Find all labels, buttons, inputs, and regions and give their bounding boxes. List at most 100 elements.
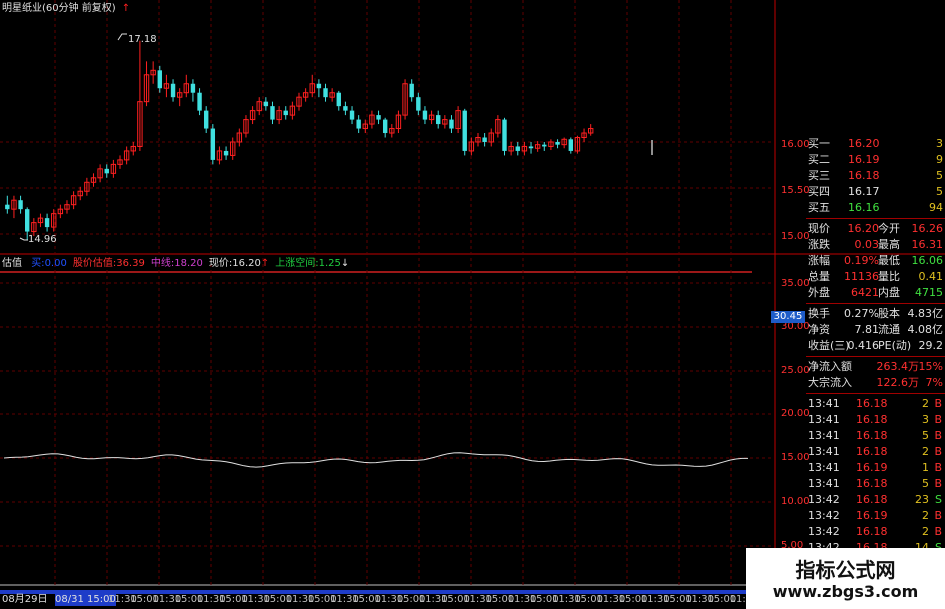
quote-label: 量比 bbox=[878, 270, 900, 283]
indicator-item: 买:0.00 bbox=[31, 258, 67, 269]
tick-volume: 5 bbox=[922, 477, 929, 490]
quote-value: 4715 bbox=[915, 286, 943, 299]
fundamental-value: 0.27% bbox=[844, 307, 879, 320]
time-axis-date: 08/31 15:00 bbox=[55, 594, 116, 606]
tick-price: 16.18 bbox=[856, 413, 888, 426]
tick-time: 13:42 bbox=[808, 509, 840, 522]
bid-label: 买四 bbox=[808, 185, 830, 198]
quote-label: 外盘 bbox=[808, 286, 830, 299]
indicator-arrow-icon: ↑ bbox=[260, 258, 270, 269]
tick-price: 16.18 bbox=[856, 525, 888, 538]
candle-body bbox=[542, 144, 547, 147]
candle-body bbox=[25, 209, 30, 232]
watermark-title: 指标公式网 bbox=[795, 558, 896, 582]
indicator-item-value: 1.25 bbox=[318, 258, 341, 269]
bid-price: 16.18 bbox=[848, 169, 880, 182]
quote-value: 0.03 bbox=[854, 238, 880, 251]
tick-time: 13:41 bbox=[808, 461, 840, 474]
quote-row: 涨跌 0.03 最高 16.31 bbox=[806, 237, 945, 253]
tick-side: B bbox=[934, 413, 942, 426]
indicator-current-value: 30.45 bbox=[771, 311, 805, 323]
candle-body bbox=[382, 119, 388, 134]
tick-volume: 2 bbox=[922, 397, 929, 410]
tick-time: 13:41 bbox=[808, 413, 840, 426]
candle-body bbox=[376, 115, 381, 120]
fundamental-label: 换手 bbox=[808, 307, 830, 320]
quote-label: 最低 bbox=[878, 254, 900, 267]
fundamental-label: 净资 bbox=[808, 323, 830, 336]
quote-label: 涨跌 bbox=[808, 238, 830, 251]
tick-side: B bbox=[934, 461, 942, 474]
tick-row: 13:41 16.18 2 B bbox=[806, 396, 945, 412]
quote-row: 涨幅 0.19% 最低 16.06 bbox=[806, 253, 945, 269]
tick-time: 13:41 bbox=[808, 445, 840, 458]
quote-label: 内盘 bbox=[878, 286, 900, 299]
indicator-item: 中线:18.20 bbox=[151, 258, 203, 269]
fundamental-row: 换手 0.27% 股本 4.83亿 bbox=[806, 306, 945, 322]
high-price-label: 17.18 bbox=[128, 34, 157, 45]
tick-time: 13:42 bbox=[808, 493, 840, 506]
bid-price: 16.19 bbox=[848, 153, 880, 166]
indicator-item-label: 现价: bbox=[208, 258, 233, 269]
indicator-series-line bbox=[3, 452, 748, 468]
tick-time: 13:41 bbox=[808, 397, 840, 410]
indicator-item-label: 买: bbox=[31, 258, 45, 269]
indicator-item-value: 18.20 bbox=[174, 258, 203, 269]
flow-row: 大宗流入 122.6万 7% bbox=[806, 375, 945, 391]
bid-volume: 5 bbox=[936, 169, 943, 182]
fundamental-value: 7.81 bbox=[854, 323, 880, 336]
tick-side: B bbox=[934, 509, 942, 522]
tick-side: S bbox=[935, 493, 942, 506]
flow-label: 大宗流入 bbox=[808, 376, 852, 389]
fundamental-label: 股本 bbox=[878, 307, 900, 320]
candle-body bbox=[210, 128, 216, 160]
tick-price: 16.18 bbox=[856, 493, 888, 506]
flow-percent: 7% bbox=[925, 376, 943, 389]
candle-body bbox=[449, 119, 454, 129]
indicator-item: 上涨空间:1.25↓ bbox=[275, 258, 349, 269]
bid-volume: 5 bbox=[936, 185, 943, 198]
candle-body bbox=[18, 200, 23, 210]
tick-row: 13:41 16.18 5 B bbox=[806, 428, 945, 444]
candle-body bbox=[568, 139, 573, 151]
tick-price: 16.19 bbox=[856, 509, 888, 522]
indicator-item: 现价:16.20↑ bbox=[209, 258, 269, 269]
bid-row: 买三 16.18 5 bbox=[806, 168, 945, 184]
indicator-arrow-icon: ↓ bbox=[340, 258, 350, 269]
quote-value: 0.41 bbox=[918, 270, 944, 283]
fundamental-value: 4.83亿 bbox=[907, 307, 944, 320]
fundamental-label: 收益(三) bbox=[808, 339, 850, 352]
indicator-info-bar: 估值 买:0.00 股价估值:36.39 中线:18.20 现价:16.20↑ 上涨空间… bbox=[2, 258, 361, 270]
panel-divider bbox=[806, 218, 945, 219]
candle-body bbox=[462, 110, 467, 151]
chart-title: 明星纸业(60分钟 前复权) ↑ bbox=[2, 3, 131, 14]
fundamental-value: 4.08亿 bbox=[907, 323, 944, 336]
fundamental-label: 流通 bbox=[878, 323, 900, 336]
candle-body bbox=[422, 110, 428, 120]
bid-volume: 9 bbox=[936, 153, 943, 166]
time-axis-date: 08月29日 bbox=[2, 594, 48, 605]
fundamental-row: 收益(三) 0.416 PE(动) 29.2 bbox=[806, 338, 945, 354]
tick-row: 13:42 16.18 2 B bbox=[806, 524, 945, 540]
indicator-item-label: 股价估值: bbox=[72, 258, 117, 269]
watermark-url: www.zbgs3.com bbox=[772, 582, 919, 601]
bid-row: 买一 16.20 3 bbox=[806, 136, 945, 152]
tick-time: 13:42 bbox=[808, 525, 840, 538]
panel-divider bbox=[806, 303, 945, 304]
indicator-item-value: 0.00 bbox=[44, 258, 67, 269]
bid-price: 16.20 bbox=[848, 137, 880, 150]
quote-row: 总量 11136 量比 0.41 bbox=[806, 269, 945, 285]
quote-value: 0.19% bbox=[844, 254, 879, 267]
flow-value: 122.6万 bbox=[876, 376, 920, 389]
candle-body bbox=[555, 141, 560, 145]
tick-side: B bbox=[934, 477, 942, 490]
quote-label: 涨幅 bbox=[808, 254, 830, 267]
candle-body bbox=[190, 83, 196, 93]
bid-volume: 3 bbox=[936, 137, 943, 150]
flow-row: 净流入额 263.4万 15% bbox=[806, 359, 945, 375]
bid-label: 买五 bbox=[808, 201, 830, 214]
fundamental-value: 29.2 bbox=[918, 339, 944, 352]
panel-divider bbox=[806, 393, 945, 394]
quote-value: 16.06 bbox=[911, 254, 944, 267]
quote-row: 外盘 6421 内盘 4715 bbox=[806, 285, 945, 301]
